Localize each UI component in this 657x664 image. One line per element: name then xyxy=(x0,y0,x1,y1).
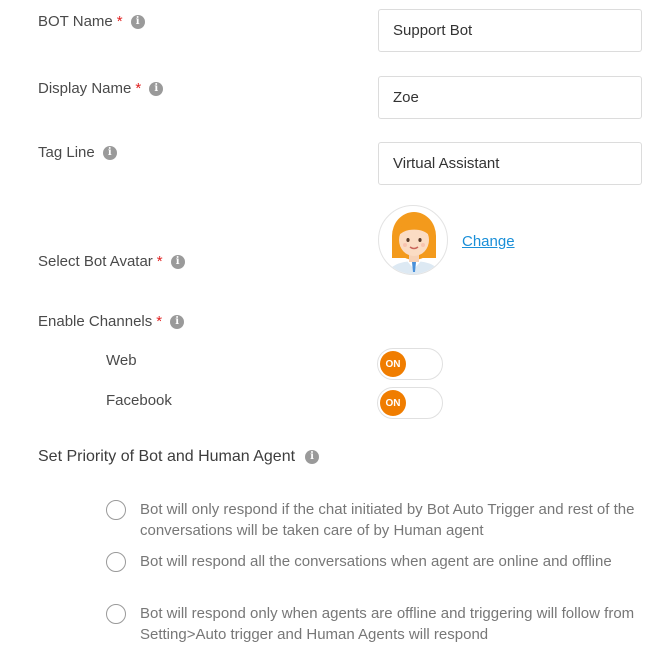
info-icon[interactable]: i xyxy=(170,254,185,269)
bot-name-label: BOT Name * i xyxy=(38,13,145,30)
required-mark: * xyxy=(116,13,123,30)
bot-settings-form: BOT Name * i Display Name * i Tag Line i xyxy=(0,0,657,664)
channel-web-label: Web xyxy=(106,352,137,369)
priority-option-agents-offline[interactable]: Bot will respond only when agents are of… xyxy=(106,603,636,645)
info-icon[interactable]: i xyxy=(149,81,164,96)
select-avatar-label: Select Bot Avatar * i xyxy=(38,253,185,270)
toggle-knob: ON xyxy=(380,351,406,377)
enable-channels-label: Enable Channels * i xyxy=(38,313,185,330)
bot-name-label-text: BOT Name xyxy=(38,13,113,30)
tag-line-input[interactable] xyxy=(378,142,642,185)
info-icon[interactable]: i xyxy=(130,14,145,29)
priority-section-title: Set Priority of Bot and Human Agent i xyxy=(38,448,320,466)
required-mark: * xyxy=(156,313,163,330)
tag-line-label-text: Tag Line xyxy=(38,144,95,161)
priority-option-text: Bot will only respond if the chat initia… xyxy=(140,501,635,539)
channel-facebook-label: Facebook xyxy=(106,392,172,409)
info-icon[interactable]: i xyxy=(170,314,185,329)
priority-option-text: Bot will respond all the conversations w… xyxy=(140,553,612,570)
info-icon[interactable]: i xyxy=(102,145,117,160)
web-channel-toggle[interactable]: ON xyxy=(377,348,443,380)
select-avatar-label-text: Select Bot Avatar xyxy=(38,253,153,270)
radio-button[interactable] xyxy=(106,500,126,520)
priority-option-auto-trigger[interactable]: Bot will only respond if the chat initia… xyxy=(106,499,636,541)
display-name-label: Display Name * i xyxy=(38,80,164,97)
change-avatar-link[interactable]: Change xyxy=(462,233,515,250)
radio-button[interactable] xyxy=(106,552,126,572)
priority-title-text: Set Priority of Bot and Human Agent xyxy=(38,448,296,465)
toggle-knob: ON xyxy=(380,390,406,416)
bot-name-input[interactable] xyxy=(378,9,642,52)
required-mark: * xyxy=(156,253,163,270)
info-icon[interactable]: i xyxy=(305,450,320,464)
radio-button[interactable] xyxy=(106,604,126,624)
required-mark: * xyxy=(135,80,142,97)
avatar-illustration xyxy=(387,212,441,274)
priority-option-text: Bot will respond only when agents are of… xyxy=(140,605,635,643)
tag-line-label: Tag Line i xyxy=(38,144,117,161)
display-name-label-text: Display Name xyxy=(38,80,132,97)
priority-option-all-conversations[interactable]: Bot will respond all the conversations w… xyxy=(106,551,636,572)
facebook-channel-toggle[interactable]: ON xyxy=(377,387,443,419)
enable-channels-label-text: Enable Channels xyxy=(38,313,153,330)
display-name-input[interactable] xyxy=(378,76,642,119)
bot-avatar-image xyxy=(378,205,448,275)
